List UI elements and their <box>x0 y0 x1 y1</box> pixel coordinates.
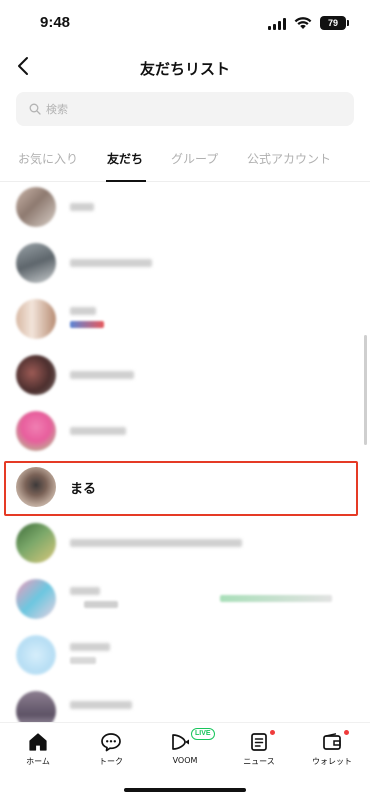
list-item[interactable] <box>0 627 362 683</box>
blurred-name <box>70 701 132 709</box>
blurred-status <box>84 601 118 608</box>
blurred-name <box>70 539 242 547</box>
wifi-icon <box>294 17 312 29</box>
list-item[interactable] <box>0 683 362 722</box>
avatar <box>16 243 56 283</box>
avatar <box>16 187 56 227</box>
blurred-name <box>70 259 152 267</box>
bottom-tab-label: ニュース <box>243 757 275 766</box>
avatar <box>16 355 56 395</box>
list-item[interactable] <box>0 235 362 291</box>
avatar <box>16 411 56 451</box>
blurred-name <box>70 203 94 211</box>
blurred-status-message <box>220 595 332 602</box>
wallet-icon <box>323 733 341 750</box>
blurred-name <box>70 307 96 315</box>
home-indicator <box>124 788 246 792</box>
bottom-tab-news[interactable]: ニュース <box>229 729 289 773</box>
bottom-tab-home[interactable]: ホーム <box>8 729 68 773</box>
list-item[interactable] <box>0 183 362 235</box>
chat-bubble-icon <box>101 733 121 752</box>
list-item[interactable] <box>0 347 362 403</box>
signal-icon <box>268 18 286 30</box>
avatar <box>16 579 56 619</box>
list-item[interactable] <box>0 403 362 459</box>
avatar <box>16 635 56 675</box>
voom-icon <box>172 734 189 750</box>
status-bar: 9:48 79 <box>0 0 370 46</box>
home-icon <box>29 733 47 751</box>
tab-bar: お気に入り 友だち グループ 公式アカウント <box>0 140 370 182</box>
list-item[interactable] <box>0 571 362 627</box>
bottom-tab-wallet[interactable]: ウォレット <box>302 729 362 773</box>
search-input[interactable] <box>46 92 336 126</box>
bottom-tab-label: ホーム <box>26 757 50 766</box>
status-time: 9:48 <box>40 14 71 31</box>
page-title: 友だちリスト <box>139 60 230 78</box>
battery-indicator: 79 <box>320 16 349 30</box>
tab-friends[interactable]: 友だち <box>107 150 143 167</box>
blurred-status <box>70 657 96 664</box>
search-icon <box>29 103 41 115</box>
avatar <box>16 523 56 563</box>
blurred-name <box>70 371 134 379</box>
list-item[interactable] <box>0 291 362 347</box>
tab-groups[interactable]: グループ <box>171 150 218 167</box>
bottom-tab-label: トーク <box>99 757 123 766</box>
blurred-status <box>70 321 104 328</box>
tab-favorites[interactable]: お気に入り <box>18 150 78 167</box>
notification-dot <box>344 730 349 735</box>
list-item[interactable] <box>0 515 362 571</box>
news-icon <box>251 733 267 751</box>
tab-official-accounts[interactable]: 公式アカウント <box>247 150 331 167</box>
active-tab-indicator <box>106 180 146 182</box>
live-badge: LIVE <box>191 728 215 740</box>
bottom-tab-label: VOOM <box>172 756 198 765</box>
blurred-name <box>70 643 110 651</box>
scrollbar[interactable] <box>364 335 367 445</box>
avatar <box>16 691 56 722</box>
blurred-name <box>70 587 100 595</box>
blurred-name <box>70 427 126 435</box>
avatar <box>16 299 56 339</box>
bottom-tab-voom[interactable]: LIVE VOOM <box>155 728 215 773</box>
search-bar[interactable] <box>16 92 354 126</box>
friend-list[interactable]: まる <box>0 183 370 722</box>
notification-dot <box>270 730 275 735</box>
bottom-tab-label: ウォレット <box>312 757 352 766</box>
nav-header: 友だちリスト <box>0 46 370 88</box>
bottom-tab-talk[interactable]: トーク <box>81 729 141 773</box>
highlight-box <box>4 461 358 516</box>
